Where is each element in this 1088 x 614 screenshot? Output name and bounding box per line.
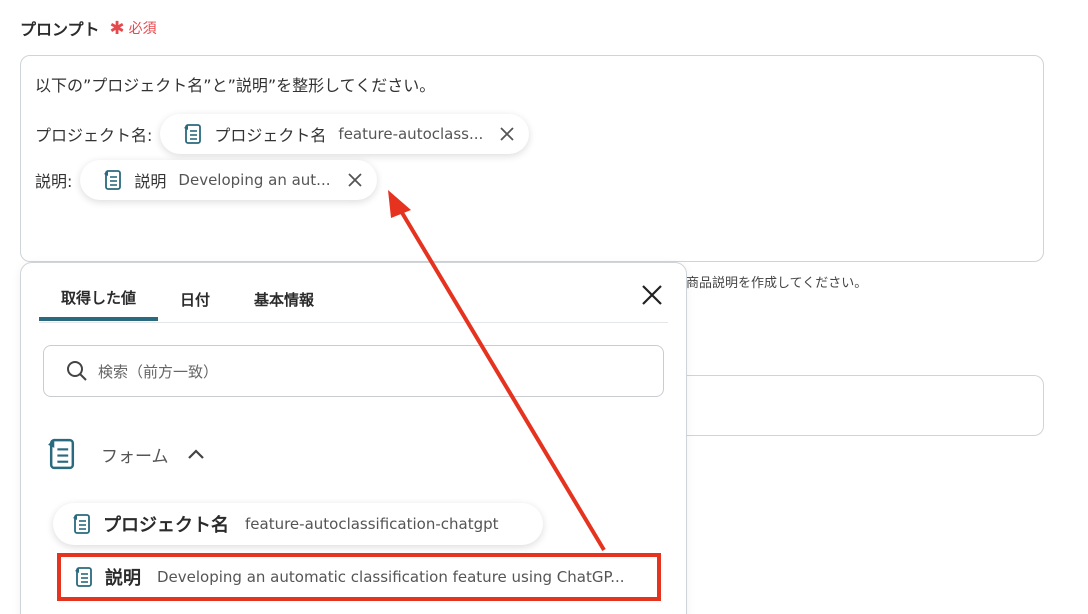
required-text: 必須 xyxy=(128,21,157,37)
prompt-row-label: 説明: xyxy=(35,172,73,191)
prompt-row-project-name: プロジェクト名: プロジェクト名 feature-autoclass... xyxy=(35,114,530,154)
tab-date[interactable]: 日付 xyxy=(158,277,232,321)
item-value: feature-autoclassification-chatgpt xyxy=(245,515,499,533)
close-icon[interactable] xyxy=(640,283,664,307)
chip-name: 説明 xyxy=(134,172,167,191)
panel-tabs: 取得した値 日付 基本情報 xyxy=(39,277,336,321)
document-icon xyxy=(48,438,75,470)
document-icon xyxy=(184,124,202,144)
search-input[interactable]: 検索（前方一致） xyxy=(43,345,664,397)
search-icon xyxy=(67,361,87,381)
chip-name: プロジェクト名 xyxy=(214,126,327,145)
required-badge: ✱ 必須 xyxy=(110,18,157,39)
variable-picker-panel: 取得した値 日付 基本情報 検索（前方一致） フォーム プロジェクト名 feat… xyxy=(20,262,687,614)
section-form[interactable]: フォーム xyxy=(45,435,205,473)
required-mark: ✱ xyxy=(109,17,125,39)
prompt-text-line: 以下の”プロジェクト名”と”説明”を整形してください。 xyxy=(35,76,436,95)
prompt-textarea[interactable]: 以下の”プロジェクト名”と”説明”を整形してください。 プロジェクト名: プロジ… xyxy=(20,55,1044,262)
prompt-row-label: プロジェクト名: xyxy=(35,126,153,145)
secondary-input[interactable] xyxy=(660,375,1044,436)
document-icon xyxy=(73,514,90,534)
chip-value: Developing an aut... xyxy=(178,171,331,189)
tab-basic-info[interactable]: 基本情報 xyxy=(232,277,336,321)
close-icon[interactable] xyxy=(497,124,517,144)
prompt-label: プロンプト xyxy=(20,20,100,39)
document-icon xyxy=(75,567,92,587)
list-item-project-name[interactable]: プロジェクト名 feature-autoclassification-chatg… xyxy=(53,503,543,545)
item-name: プロジェクト名 xyxy=(103,515,229,536)
section-title: フォーム xyxy=(101,446,169,467)
document-icon xyxy=(104,170,122,190)
prompt-field-header: プロンプト ✱ 必須 xyxy=(20,16,157,40)
item-name: 説明 xyxy=(105,568,141,589)
variable-chip-project-name[interactable]: プロジェクト名 feature-autoclass... xyxy=(160,114,530,154)
tab-divider xyxy=(39,322,668,323)
search-placeholder: 検索（前方一致） xyxy=(98,362,219,381)
item-value: Developing an automatic classification f… xyxy=(157,568,625,586)
helper-text: 商品説明を作成してください。 xyxy=(686,276,868,291)
chevron-up-icon[interactable] xyxy=(187,448,205,460)
prompt-row-description: 説明: 説明 Developing an aut... xyxy=(35,160,377,200)
list-item-description[interactable]: 説明 Developing an automatic classificatio… xyxy=(57,553,661,601)
variable-chip-description[interactable]: 説明 Developing an aut... xyxy=(80,160,377,200)
close-icon[interactable] xyxy=(345,170,365,190)
chip-value: feature-autoclass... xyxy=(338,125,484,143)
tab-acquired-values[interactable]: 取得した値 xyxy=(39,277,159,321)
